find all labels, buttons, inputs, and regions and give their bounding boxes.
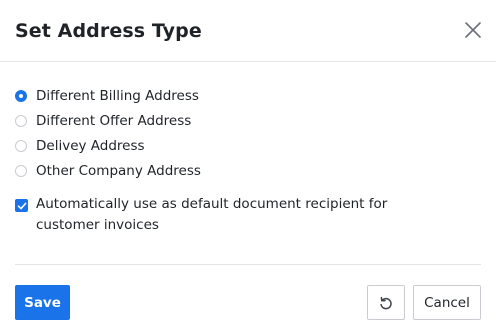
default-recipient-option[interactable]: Automatically use as default document re… [15, 196, 455, 236]
checkmark-icon [17, 202, 26, 209]
default-recipient-label: Automatically use as default document re… [36, 196, 388, 233]
set-address-type-dialog: Set Address Type Different Billing Addre… [0, 0, 496, 335]
save-button[interactable]: Save [15, 285, 70, 320]
option-different-billing-address[interactable]: Different Billing Address [15, 83, 201, 108]
cancel-button[interactable]: Cancel [413, 285, 481, 320]
close-button[interactable] [463, 20, 483, 40]
option-label: Other Company Address [36, 162, 201, 179]
default-recipient-checkbox[interactable] [15, 199, 28, 212]
option-different-offer-address[interactable]: Different Offer Address [15, 108, 201, 133]
radio-button[interactable] [15, 114, 27, 127]
reset-icon [380, 296, 392, 309]
option-label: Different Offer Address [36, 112, 192, 129]
dialog-title: Set Address Type [15, 20, 202, 42]
option-label: Different Billing Address [36, 87, 199, 104]
radio-button-selected[interactable] [15, 89, 27, 102]
radio-button[interactable] [15, 164, 27, 177]
radio-button[interactable] [15, 139, 27, 152]
option-label: Delivey Address [36, 137, 145, 154]
footer-divider [15, 264, 481, 265]
reset-button[interactable] [367, 285, 405, 320]
address-type-options: Different Billing Address Different Offe… [15, 83, 201, 183]
close-icon [465, 22, 481, 38]
dialog-header: Set Address Type [0, 0, 496, 62]
option-delivery-address[interactable]: Delivey Address [15, 133, 201, 158]
option-other-company-address[interactable]: Other Company Address [15, 158, 201, 183]
